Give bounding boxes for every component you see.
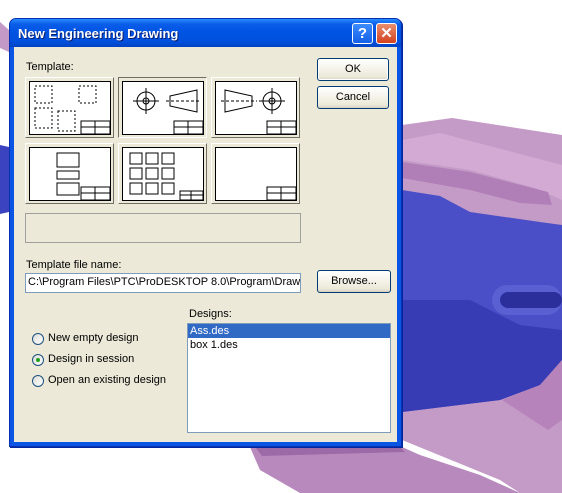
template-multi-grid[interactable] [118, 143, 207, 204]
title-bar[interactable]: New Engineering Drawing ? ✕ [10, 19, 401, 47]
side-front-view-icon [215, 81, 297, 135]
close-button[interactable]: ✕ [376, 23, 397, 44]
radio-new-empty-design[interactable] [32, 333, 44, 345]
multi-grid-icon [122, 147, 204, 201]
template-description-box [25, 213, 301, 243]
cancel-button[interactable]: Cancel [317, 86, 389, 109]
help-button[interactable]: ? [352, 23, 373, 44]
template-empty-frame[interactable] [211, 143, 300, 204]
front-side-view-icon [122, 81, 204, 135]
window-title: New Engineering Drawing [18, 26, 179, 41]
template-single-view[interactable] [25, 143, 114, 204]
model-pink-top-face [0, 22, 9, 52]
empty-frame-icon [215, 147, 297, 201]
template-front-side-view[interactable] [118, 77, 207, 138]
radio-design-in-session-label: Design in session [48, 353, 135, 365]
new-engineering-drawing-dialog: New Engineering Drawing ? ✕ Template: Te… [9, 18, 402, 447]
list-item[interactable]: Ass.des [188, 324, 390, 338]
ok-button[interactable]: OK [317, 58, 389, 81]
radio-open-existing-design-label: Open an existing design [48, 374, 167, 386]
model-slot-inner [500, 292, 562, 308]
close-icon: ✕ [380, 25, 393, 42]
single-view-icon [29, 147, 111, 201]
radio-new-empty-design-label: New empty design [48, 332, 139, 344]
help-icon: ? [357, 25, 368, 42]
designs-label: Designs: [189, 308, 232, 320]
template-blank-layout[interactable] [25, 77, 114, 138]
radio-selected-dot [36, 358, 40, 362]
browse-button[interactable]: Browse... [317, 270, 391, 293]
dialog-body: Template: Template file name: C:\Program… [14, 47, 397, 442]
template-label: Template: [26, 61, 74, 73]
radio-design-in-session[interactable] [32, 354, 44, 366]
list-item[interactable]: box 1.des [188, 338, 390, 352]
model-blue-face-left [0, 145, 9, 214]
template-side-front-view[interactable] [211, 77, 300, 138]
designs-list[interactable]: Ass.des box 1.des [187, 323, 391, 433]
blank-layout-icon [29, 81, 111, 135]
template-file-name-field[interactable]: C:\Program Files\PTC\ProDESKTOP 8.0\Prog… [25, 273, 301, 293]
template-file-name-label: Template file name: [26, 259, 122, 271]
radio-open-existing-design[interactable] [32, 375, 44, 387]
